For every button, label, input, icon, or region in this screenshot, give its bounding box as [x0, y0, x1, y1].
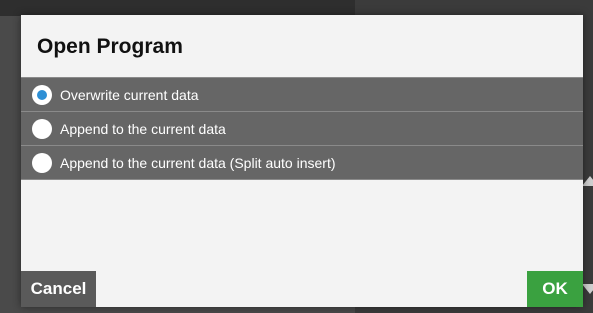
radio-button-icon[interactable]	[32, 119, 52, 139]
cancel-button[interactable]: Cancel	[21, 271, 96, 307]
option-overwrite[interactable]: Overwrite current data	[21, 77, 583, 112]
scroll-down-arrow-icon	[582, 284, 593, 294]
scroll-up-arrow-icon	[582, 176, 593, 186]
radio-button-icon[interactable]	[32, 153, 52, 173]
option-append[interactable]: Append to the current data	[21, 112, 583, 146]
open-program-dialog: Open Program Overwrite current data Appe…	[21, 15, 583, 307]
option-append-split-auto-insert[interactable]: Append to the current data (Split auto i…	[21, 146, 583, 180]
ok-button[interactable]: OK	[527, 271, 583, 307]
option-label: Append to the current data	[60, 121, 226, 137]
open-mode-options: Overwrite current data Append to the cur…	[21, 77, 583, 180]
radio-button-selected-icon[interactable]	[32, 85, 52, 105]
option-label: Overwrite current data	[60, 87, 199, 103]
option-label: Append to the current data (Split auto i…	[60, 155, 336, 171]
dialog-title: Open Program	[37, 35, 183, 58]
